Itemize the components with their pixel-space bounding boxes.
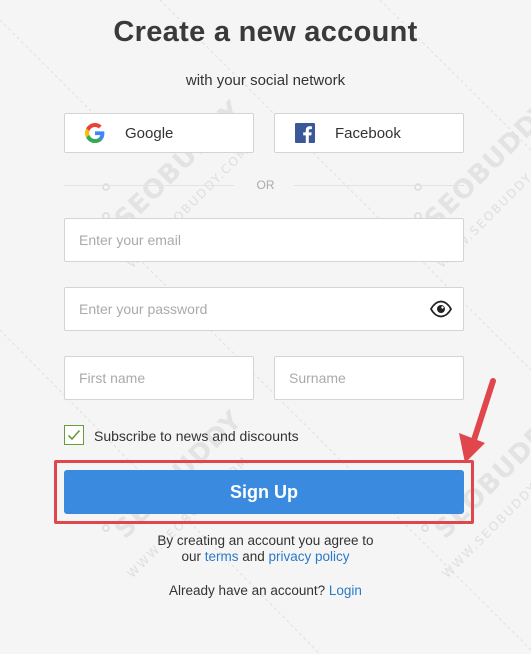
sign-up-button[interactable]: Sign Up: [64, 470, 464, 514]
agreement-line1: By creating an account you agree to: [157, 533, 374, 548]
show-password-eye-icon[interactable]: [430, 300, 452, 318]
facebook-signin-button[interactable]: Facebook: [274, 113, 464, 153]
page-subtitle: with your social network: [185, 72, 346, 89]
signup-page: SEOBUDDY SEOBUDDY SEOBUDDY SEOBUDDY WWW.…: [0, 0, 531, 654]
surname-field[interactable]: [274, 356, 464, 400]
privacy-policy-link[interactable]: privacy policy: [269, 549, 350, 564]
agreement-text: By creating an account you agree to our …: [0, 533, 531, 565]
terms-link[interactable]: terms: [205, 549, 239, 564]
page-title: Create a new account: [113, 16, 418, 48]
subscribe-label: Subscribe to news and discounts: [94, 428, 299, 444]
google-icon: [85, 123, 105, 143]
facebook-icon: [295, 123, 315, 143]
google-signin-button[interactable]: Google: [64, 113, 254, 153]
checkmark-icon: [67, 429, 81, 441]
agreement-prefix: our: [181, 549, 201, 564]
red-arrow-annotation-icon: [459, 378, 496, 463]
divider-or: OR: [256, 178, 275, 192]
email-field[interactable]: [64, 218, 464, 262]
subscribe-checkbox[interactable]: [64, 425, 84, 445]
login-prompt-line: Already have an account? Login: [0, 583, 531, 598]
login-link[interactable]: Login: [329, 583, 362, 598]
password-field[interactable]: [64, 287, 464, 331]
facebook-label: Facebook: [335, 125, 401, 142]
login-prompt: Already have an account?: [169, 583, 326, 598]
first-name-field[interactable]: [64, 356, 254, 400]
agreement-and: and: [242, 549, 265, 564]
google-label: Google: [125, 125, 174, 142]
